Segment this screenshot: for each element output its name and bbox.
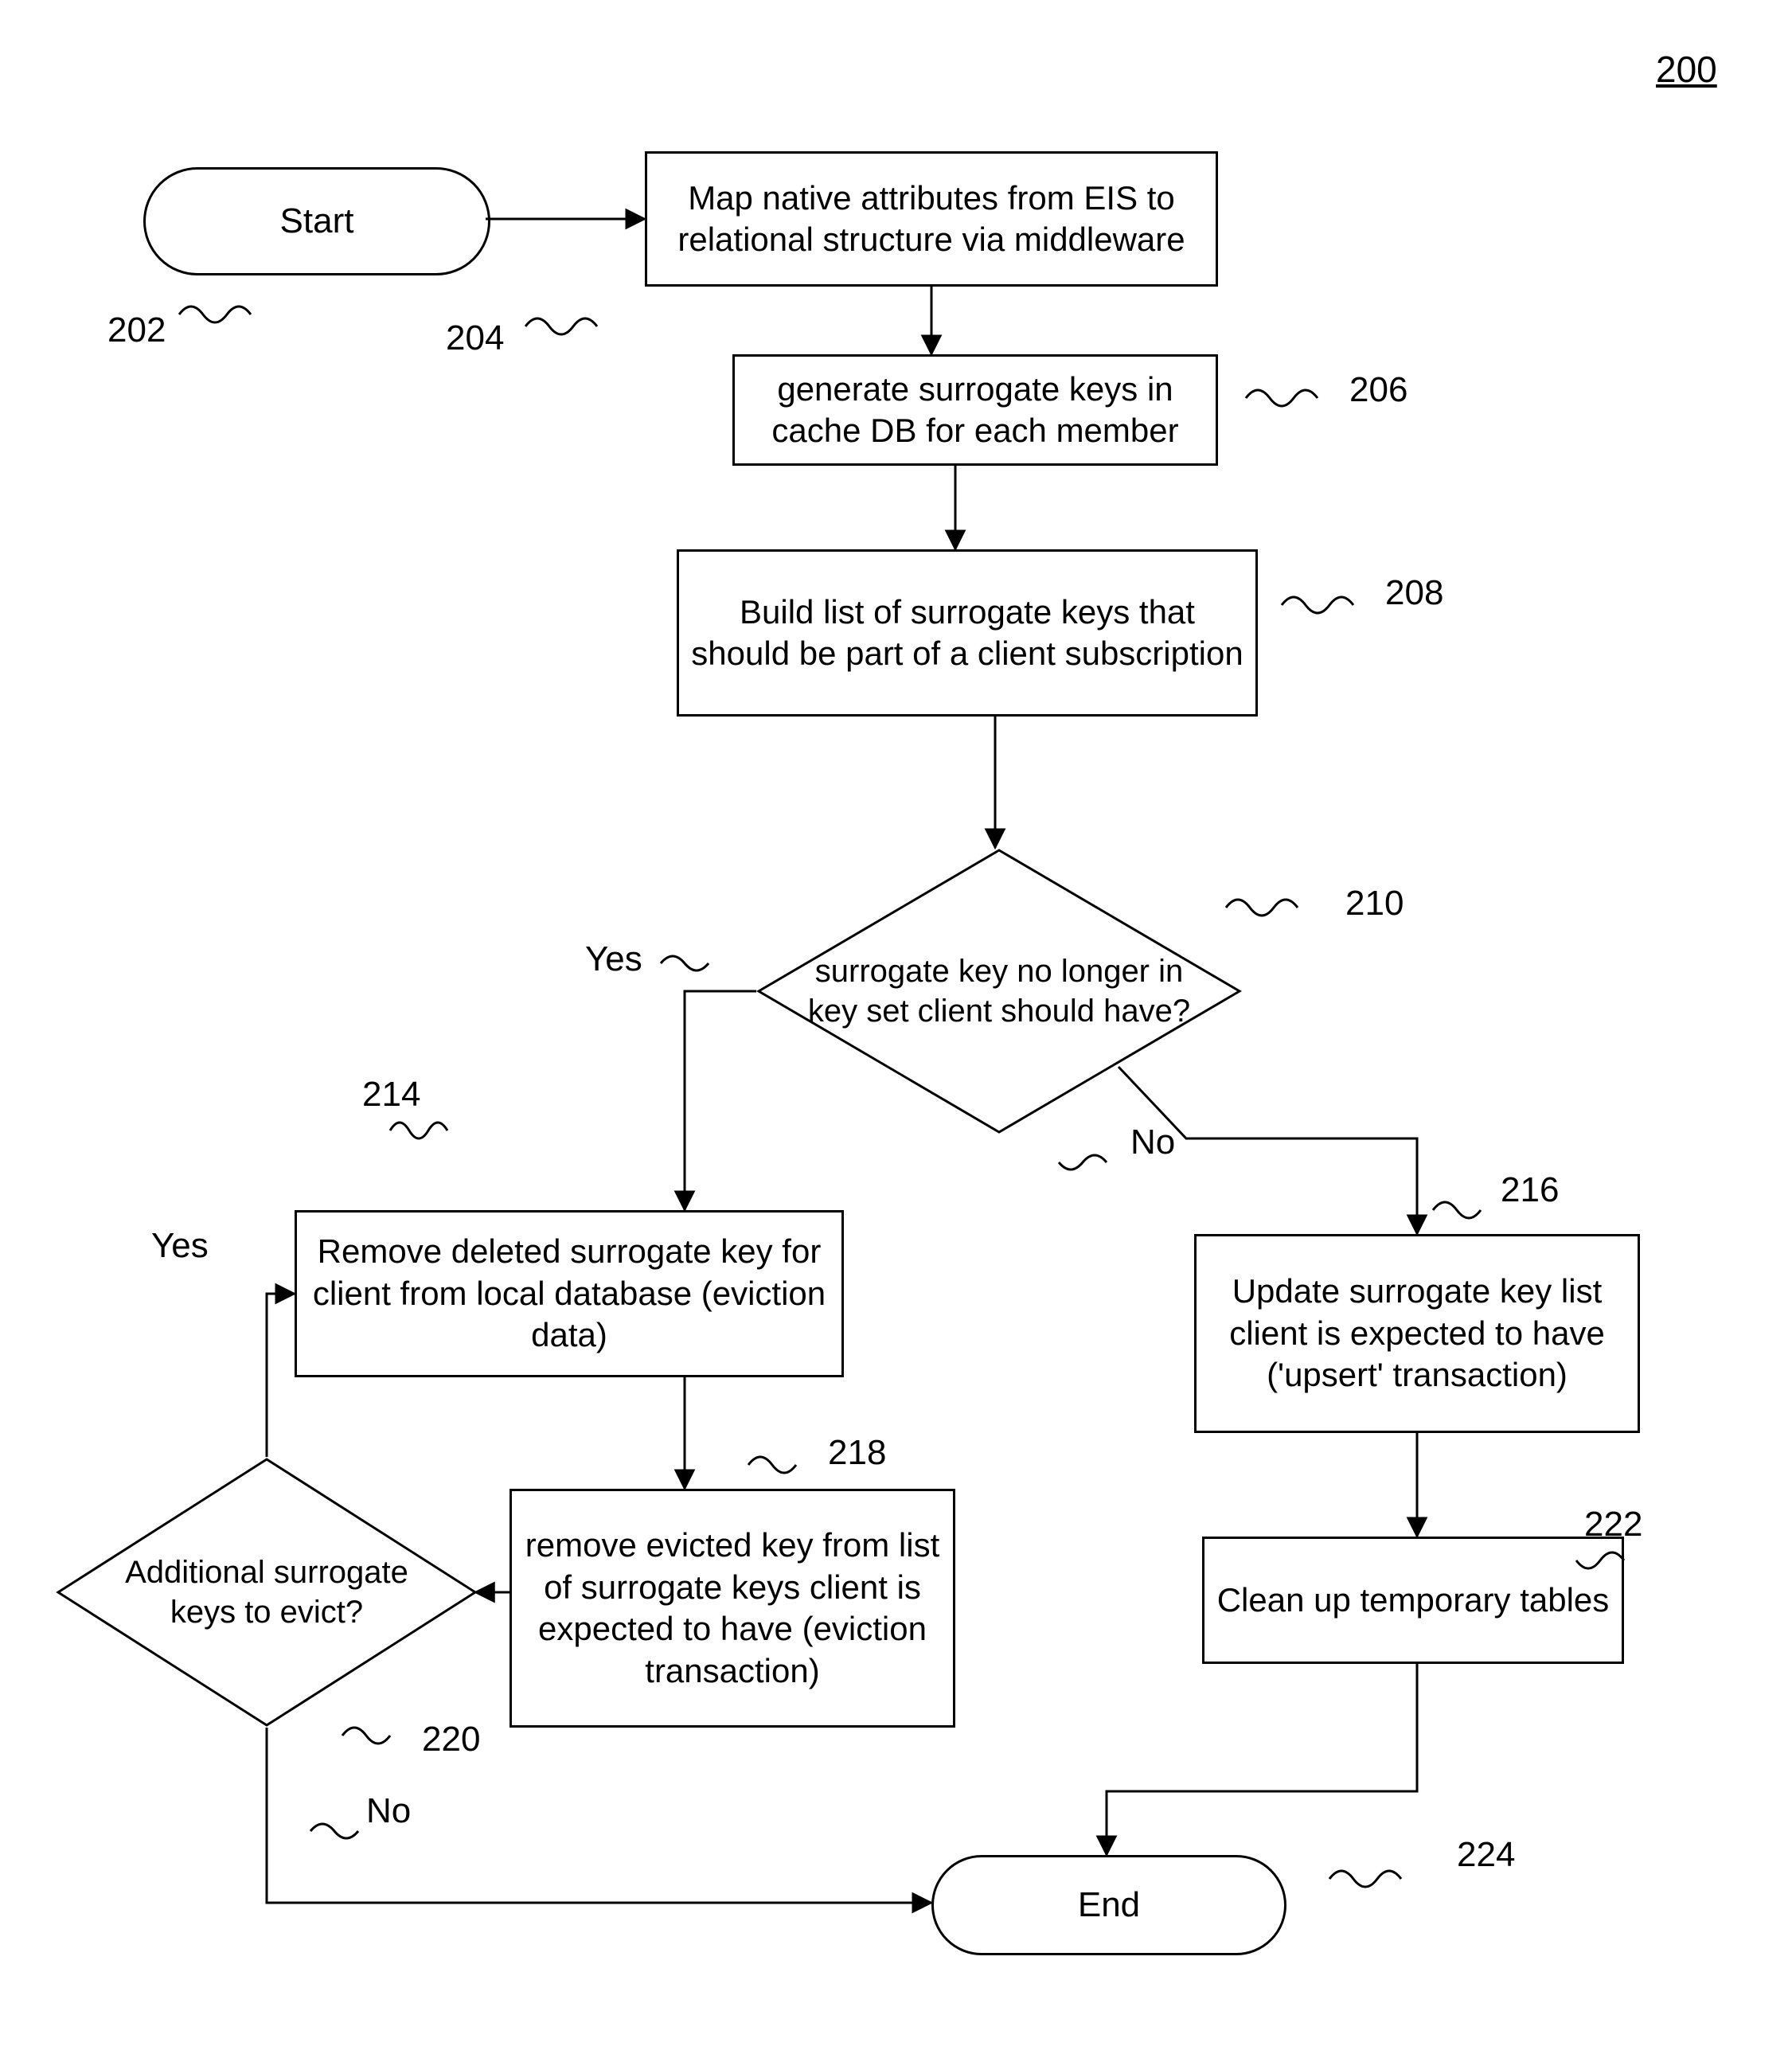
process-map-attributes-text: Map native attributes from EIS to relati…	[655, 178, 1208, 261]
ref-224: 224	[1457, 1835, 1515, 1875]
ref-208: 208	[1385, 573, 1443, 613]
process-generate-keys-text: generate surrogate keys in cache DB for …	[743, 369, 1208, 452]
decision-additional-evict-text: Additional surrogate keys to evict?	[56, 1457, 478, 1728]
ref-206: 206	[1349, 370, 1407, 410]
process-build-list: Build list of surrogate keys that should…	[677, 549, 1258, 717]
process-generate-keys: generate surrogate keys in cache DB for …	[732, 354, 1218, 466]
ref-216: 216	[1501, 1170, 1559, 1210]
process-eviction-transaction-text: remove evicted key from list of surrogat…	[520, 1525, 945, 1692]
ref-218: 218	[828, 1433, 886, 1473]
decision-additional-evict: Additional surrogate keys to evict?	[56, 1457, 478, 1728]
ref-220: 220	[422, 1720, 480, 1759]
process-cleanup-text: Clean up temporary tables	[1217, 1580, 1610, 1622]
ref-214: 214	[362, 1075, 420, 1115]
figure-number: 200	[1656, 48, 1717, 91]
end-label: End	[1078, 1885, 1140, 1925]
process-update-list-text: Update surrogate key list client is expe…	[1204, 1271, 1630, 1396]
ref-222: 222	[1584, 1505, 1642, 1544]
start-label: Start	[280, 201, 354, 241]
decision-key-no-longer: surrogate key no longer in key set clien…	[756, 848, 1242, 1134]
process-eviction-transaction: remove evicted key from list of surrogat…	[509, 1489, 955, 1728]
decision-key-no-longer-text: surrogate key no longer in key set clien…	[756, 848, 1242, 1134]
label-no-2: No	[366, 1791, 411, 1831]
label-yes-1: Yes	[585, 939, 642, 979]
process-build-list-text: Build list of surrogate keys that should…	[687, 592, 1247, 675]
process-remove-key: Remove deleted surrogate key for client …	[295, 1210, 844, 1377]
ref-204: 204	[446, 318, 504, 358]
label-no-1: No	[1130, 1123, 1175, 1162]
ref-202: 202	[107, 310, 166, 350]
process-map-attributes: Map native attributes from EIS to relati…	[645, 151, 1218, 287]
start-terminator: Start	[143, 167, 490, 275]
end-terminator: End	[931, 1855, 1286, 1955]
ref-210: 210	[1345, 884, 1404, 924]
process-remove-key-text: Remove deleted surrogate key for client …	[305, 1231, 834, 1357]
flowchart-canvas: 200 Start Map native attributes from EIS…	[0, 0, 1792, 2058]
process-update-list: Update surrogate key list client is expe…	[1194, 1234, 1640, 1433]
process-cleanup: Clean up temporary tables	[1202, 1537, 1624, 1664]
label-yes-2: Yes	[151, 1226, 209, 1266]
